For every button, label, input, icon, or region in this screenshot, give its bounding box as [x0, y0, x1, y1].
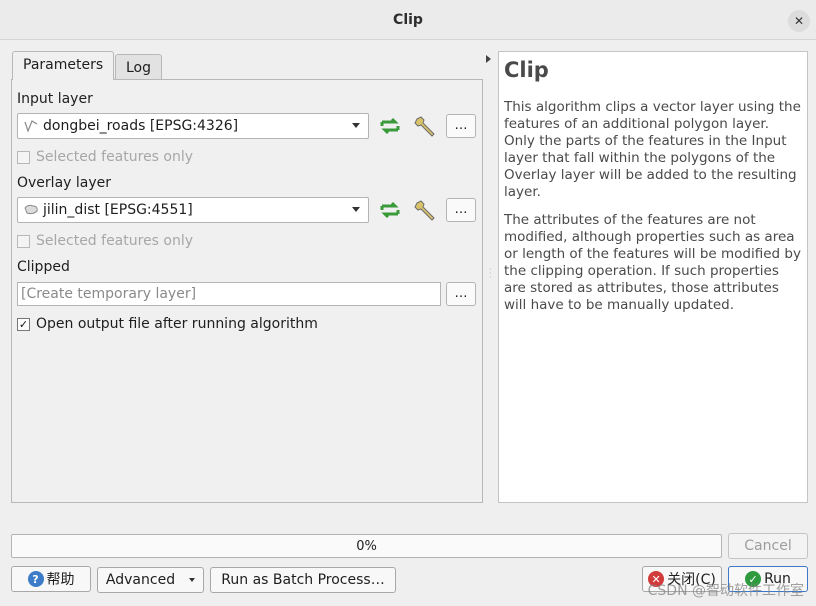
- advanced-label: Advanced: [105, 572, 176, 588]
- cancel-label: Cancel: [744, 538, 792, 554]
- checkbox-box: [17, 150, 30, 164]
- help-button-label: 帮助: [46, 572, 75, 588]
- input-layer-value: dongbei_roads [EPSG:4326]: [43, 118, 239, 134]
- help-panel: Clip This algorithm clips a vector layer…: [498, 51, 808, 503]
- advanced-dropdown-button[interactable]: Advanced: [97, 567, 204, 593]
- batch-label: Run as Batch Process…: [221, 572, 385, 588]
- tab-parameters-label: Parameters: [23, 57, 104, 73]
- advanced-overlay-options-button[interactable]: [412, 197, 438, 223]
- window-title: Clip: [393, 12, 423, 28]
- tab-log[interactable]: Log: [115, 54, 163, 80]
- chevron-down-icon: [189, 578, 196, 582]
- clipped-output-field[interactable]: [Create temporary layer]: [17, 282, 441, 306]
- overlay-selected-only-label: Selected features only: [36, 233, 194, 249]
- clipped-label: Clipped: [17, 259, 70, 275]
- help-icon: ?: [27, 571, 44, 587]
- run-batch-button[interactable]: Run as Batch Process…: [210, 567, 396, 593]
- close-icon: ✕: [793, 14, 805, 28]
- iterate-input-button[interactable]: [377, 113, 403, 139]
- checkbox-checked-icon: ✓: [17, 317, 30, 331]
- tab-log-label: Log: [126, 60, 152, 76]
- help-title: Clip: [504, 58, 549, 82]
- input-selected-only-label: Selected features only: [36, 149, 194, 165]
- checkbox-box: [17, 234, 30, 248]
- cancel-button[interactable]: Cancel: [728, 533, 808, 559]
- wrench-icon: [414, 200, 435, 221]
- wrench-icon: [414, 116, 435, 137]
- input-layer-browse-button[interactable]: …: [446, 114, 476, 138]
- open-output-label: Open output file after running algorithm: [36, 316, 318, 332]
- overlay-selected-only-checkbox[interactable]: Selected features only: [17, 233, 193, 249]
- help-paragraph-1: This algorithm clips a vector layer usin…: [504, 99, 801, 200]
- input-layer-label: Input layer: [17, 91, 93, 107]
- watermark: CSDN @智动软件工作室: [647, 583, 804, 599]
- close-window-button[interactable]: ✕: [788, 10, 810, 32]
- polygon-layer-icon: [23, 203, 39, 217]
- line-layer-icon: [23, 119, 39, 133]
- overlay-layer-label: Overlay layer: [17, 175, 112, 191]
- open-output-checkbox[interactable]: ✓ Open output file after running algorit…: [17, 316, 318, 332]
- refresh-icon: [380, 201, 400, 219]
- input-dots: …: [454, 118, 468, 133]
- clipped-browse-button[interactable]: …: [446, 282, 476, 306]
- chevron-down-icon: [352, 207, 360, 212]
- overlay-layer-browse-button[interactable]: …: [446, 198, 476, 222]
- splitter-handle[interactable]: · · ·: [489, 266, 492, 282]
- progress-text: 0%: [356, 539, 377, 554]
- overlay-dots: …: [454, 202, 468, 217]
- input-layer-combo[interactable]: dongbei_roads [EPSG:4326]: [17, 113, 369, 139]
- chevron-down-icon: [352, 123, 360, 128]
- input-selected-only-checkbox[interactable]: Selected features only: [17, 149, 193, 165]
- title-bar: Clip ✕: [0, 0, 816, 40]
- help-paragraph-2: The attributes of the features are not m…: [504, 212, 801, 313]
- help-button[interactable]: ? 帮助: [11, 566, 91, 592]
- overlay-layer-value: jilin_dist [EPSG:4551]: [43, 202, 193, 218]
- progress-bar: 0%: [11, 534, 722, 558]
- clipped-dots: …: [454, 286, 468, 301]
- iterate-overlay-button[interactable]: [377, 197, 403, 223]
- refresh-icon: [380, 117, 400, 135]
- tab-parameters[interactable]: Parameters: [12, 51, 115, 80]
- collapse-arrow-icon[interactable]: [486, 55, 491, 63]
- advanced-input-options-button[interactable]: [412, 113, 438, 139]
- overlay-layer-combo[interactable]: jilin_dist [EPSG:4551]: [17, 197, 369, 223]
